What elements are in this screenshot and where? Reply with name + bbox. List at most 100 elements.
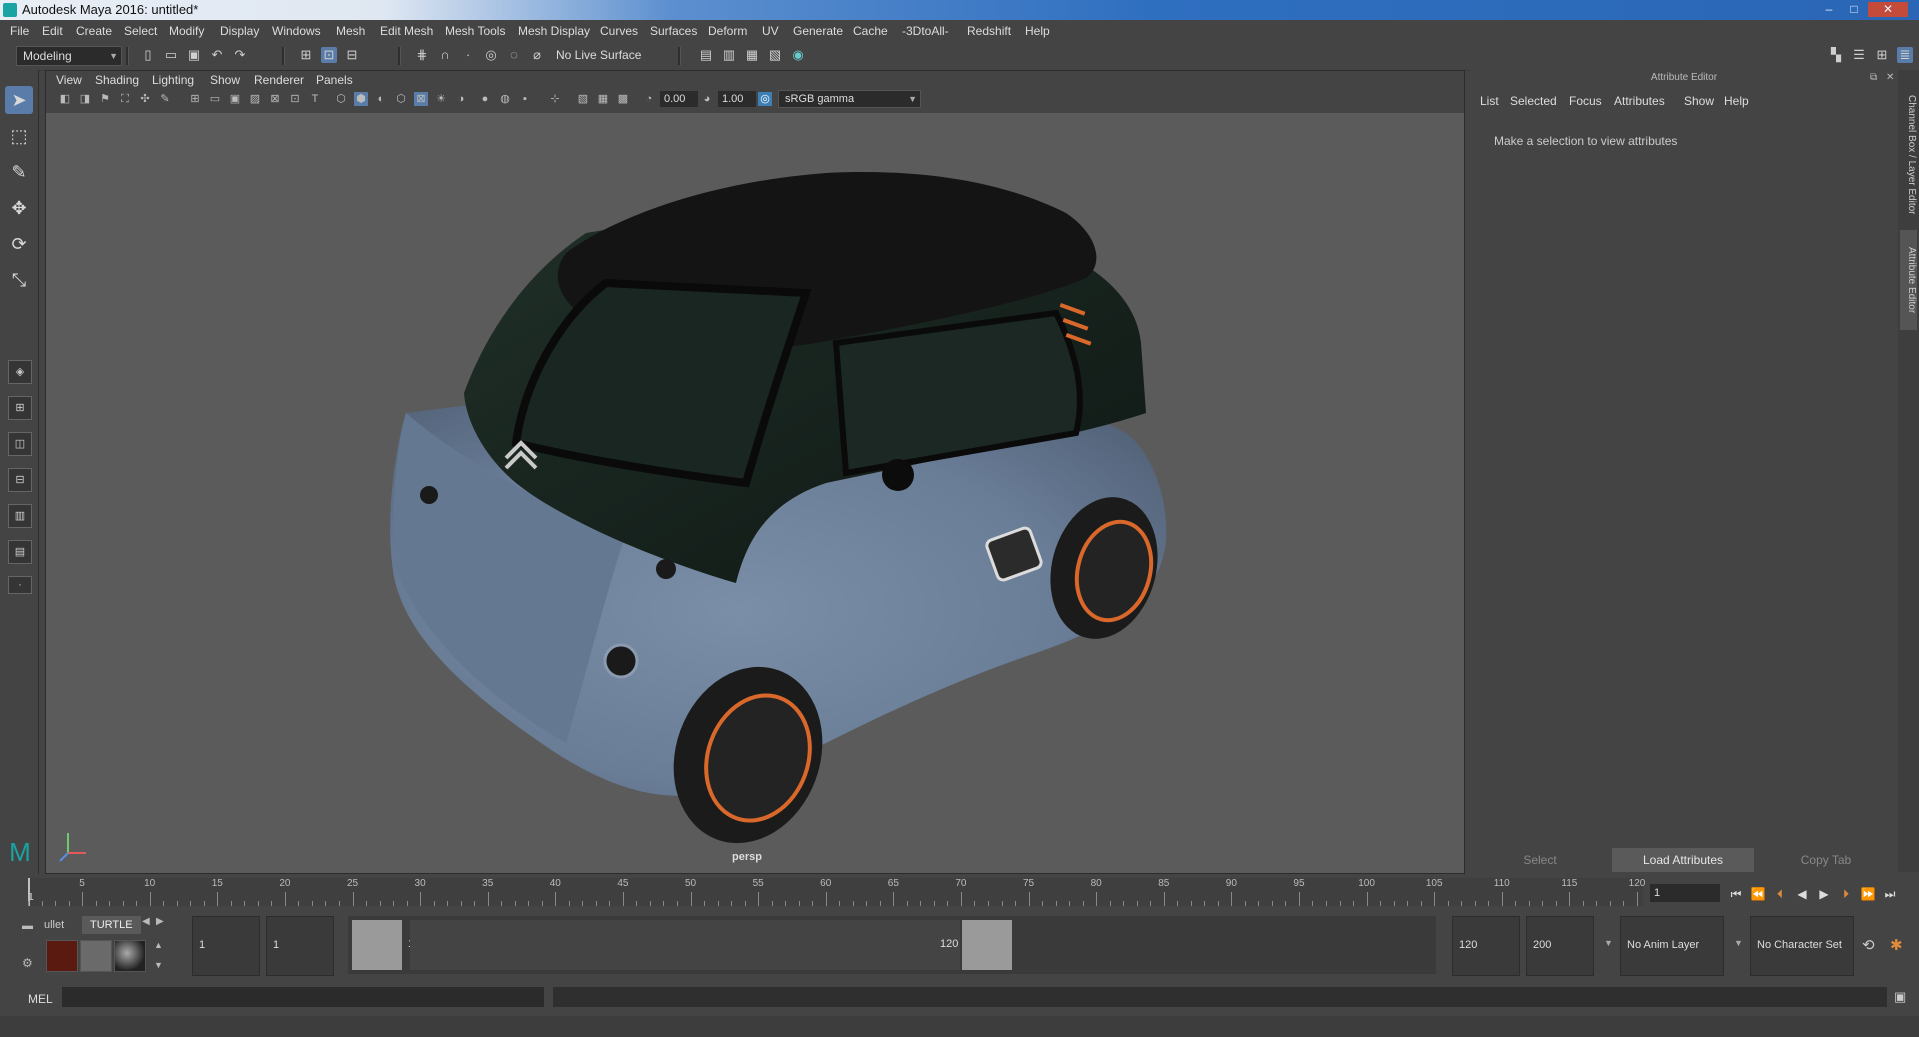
xray-components-icon[interactable]: ▩ xyxy=(616,92,630,106)
snap-point-icon[interactable]: ∙ xyxy=(460,47,476,63)
vp-menu-lighting[interactable]: Lighting xyxy=(152,73,194,87)
play-backwards-icon[interactable]: ◀ xyxy=(1794,886,1810,902)
shadows-icon[interactable]: ◑ xyxy=(454,92,468,106)
shelf-scroll-left-icon[interactable]: ◀ xyxy=(142,916,150,927)
time-ruler[interactable]: 1 5 10 15 20 25 30 35 40 45 50 55 60 65 70 75 80 85 90 95 1… xyxy=(28,878,1645,906)
turtle-shader-icon[interactable] xyxy=(114,940,146,972)
ae-select-button[interactable]: Select xyxy=(1472,848,1608,872)
menu-create[interactable]: Create xyxy=(76,24,112,38)
camera-attr-icon[interactable]: ◨ xyxy=(78,92,92,106)
menu-display[interactable]: Display xyxy=(220,24,259,38)
ae-menu-list[interactable]: List xyxy=(1480,94,1499,108)
safe-action-icon[interactable]: ⊡ xyxy=(288,92,302,106)
attribute-editor-tab[interactable]: Attribute Editor xyxy=(1900,230,1917,330)
menu-deform[interactable]: Deform xyxy=(708,24,747,38)
use-all-lights-icon[interactable]: ☀ xyxy=(434,92,448,106)
persp-uv-layout-icon[interactable]: ▤ xyxy=(8,540,32,564)
new-scene-icon[interactable]: ▯ xyxy=(140,47,156,63)
hypershade-layout-icon[interactable]: ▥ xyxy=(8,504,32,528)
save-scene-icon[interactable]: ▣ xyxy=(186,47,202,63)
anim-layer-chevron-icon[interactable]: ▼ xyxy=(1604,938,1613,948)
gate-mask-icon[interactable]: ▨ xyxy=(248,92,262,106)
range-slider-end-handle[interactable] xyxy=(962,920,1012,970)
go-to-end-icon[interactable]: ⏭ xyxy=(1882,886,1898,902)
shelf-tab-bullet[interactable]: ullet xyxy=(36,916,72,934)
minimize-button[interactable]: – xyxy=(1818,2,1840,17)
shelf-settings-icon[interactable]: ⚙ xyxy=(22,956,33,970)
snap-curve-icon[interactable]: ∩ xyxy=(437,47,453,63)
exposure-field[interactable]: 0.00 xyxy=(660,91,698,107)
command-language-label[interactable]: MEL xyxy=(28,992,53,1006)
screen-space-ao-icon[interactable]: ● xyxy=(478,92,492,106)
grease-pencil-icon[interactable]: ✎ xyxy=(158,92,172,106)
snap-grid-icon[interactable]: ⋕ xyxy=(414,47,430,63)
playback-start-field[interactable]: 1 xyxy=(266,916,334,976)
menu-surfaces[interactable]: Surfaces xyxy=(650,24,697,38)
undo-icon[interactable]: ↶ xyxy=(209,47,225,63)
vp-menu-show[interactable]: Show xyxy=(210,73,240,87)
menu-3dtoall[interactable]: -3DtoAll- xyxy=(902,24,949,38)
menu-mesh-display[interactable]: Mesh Display xyxy=(518,24,590,38)
script-editor-icon[interactable]: ▣ xyxy=(1894,989,1906,1005)
modeling-toolkit-icon[interactable]: ▚ xyxy=(1828,47,1844,63)
menu-mesh[interactable]: Mesh xyxy=(336,24,365,38)
color-management-icon[interactable]: ◎ xyxy=(758,92,772,106)
maximize-button[interactable]: □ xyxy=(1843,2,1865,17)
isolate-select-icon[interactable]: ⊹ xyxy=(548,92,562,106)
auto-key-icon[interactable]: ⟲ xyxy=(1862,936,1875,954)
redo-icon[interactable]: ↷ xyxy=(232,47,248,63)
smooth-shade-icon[interactable]: ⬢ xyxy=(354,92,368,106)
menu-modify[interactable]: Modify xyxy=(169,24,204,38)
ae-menu-help[interactable]: Help xyxy=(1724,94,1749,108)
more-layouts-icon[interactable]: · xyxy=(8,576,32,594)
shelf-up-icon[interactable]: ▲ xyxy=(154,940,163,950)
ae-menu-attributes[interactable]: Attributes xyxy=(1614,94,1665,108)
step-forward-key-icon[interactable]: ⏵ xyxy=(1838,886,1854,902)
grid-icon[interactable]: ⊞ xyxy=(188,92,202,106)
shelf-menu-icon[interactable]: ▬ xyxy=(22,920,33,932)
lasso-tool-icon[interactable]: ⬚ xyxy=(5,122,33,150)
character-set-chevron-icon[interactable]: ▼ xyxy=(1734,938,1743,948)
single-perspective-layout-icon[interactable]: ◈ xyxy=(8,360,32,384)
play-forwards-icon[interactable]: ▶ xyxy=(1816,886,1832,902)
menu-curves[interactable]: Curves xyxy=(600,24,638,38)
float-panel-icon[interactable]: ⧉ xyxy=(1870,72,1877,83)
scale-tool-icon[interactable]: ⤡ xyxy=(5,266,33,294)
bookmark-icon[interactable]: ⚑ xyxy=(98,92,112,106)
menu-edit[interactable]: Edit xyxy=(42,24,63,38)
range-slider-track[interactable]: 1 120 xyxy=(348,916,1436,974)
use-default-material-icon[interactable]: ◐ xyxy=(374,92,388,106)
hypershade-icon[interactable]: ◉ xyxy=(790,47,806,63)
open-scene-icon[interactable]: ▭ xyxy=(163,47,179,63)
turtle-render-icon[interactable] xyxy=(46,940,78,972)
menu-generate[interactable]: Generate xyxy=(793,24,843,38)
color-space-dropdown[interactable]: sRGB gamma ▼ xyxy=(778,90,921,108)
range-slider-bar[interactable] xyxy=(410,920,960,970)
tool-settings-icon[interactable]: ⊞ xyxy=(1874,47,1890,63)
close-panel-icon[interactable]: ✕ xyxy=(1886,72,1894,83)
live-surface-label[interactable]: No Live Surface xyxy=(556,48,641,62)
rotate-tool-icon[interactable]: ⟳ xyxy=(5,230,33,258)
xray-icon[interactable]: ▧ xyxy=(576,92,590,106)
go-to-start-icon[interactable]: ⏮ xyxy=(1728,886,1744,902)
render-settings-icon[interactable]: ▧ xyxy=(767,47,783,63)
select-by-component-icon[interactable]: ⊟ xyxy=(344,47,360,63)
snap-view-icon[interactable]: ◎ xyxy=(483,47,499,63)
menu-edit-mesh[interactable]: Edit Mesh xyxy=(380,24,433,38)
turtle-bake-icon[interactable] xyxy=(80,940,112,972)
vp-menu-renderer[interactable]: Renderer xyxy=(254,73,304,87)
animation-prefs-icon[interactable]: ✱ xyxy=(1890,936,1903,954)
paint-select-tool-icon[interactable]: ✎ xyxy=(5,158,33,186)
safe-title-icon[interactable]: T xyxy=(308,92,322,106)
start-time-field[interactable]: 1 xyxy=(192,916,260,976)
close-button[interactable]: ✕ xyxy=(1868,2,1908,17)
channel-box-icon[interactable]: ≣ xyxy=(1897,47,1913,63)
persp-graph-layout-icon[interactable]: ⊟ xyxy=(8,468,32,492)
render-view-icon[interactable]: ▤ xyxy=(698,47,714,63)
vp-menu-panels[interactable]: Panels xyxy=(316,73,353,87)
command-input[interactable] xyxy=(62,987,544,1007)
textured-icon[interactable]: ⊠ xyxy=(414,92,428,106)
image-plane-icon[interactable]: ⛶ xyxy=(118,92,132,106)
menu-cache[interactable]: Cache xyxy=(853,24,888,38)
gamma-icon[interactable]: ◕ xyxy=(700,92,714,106)
